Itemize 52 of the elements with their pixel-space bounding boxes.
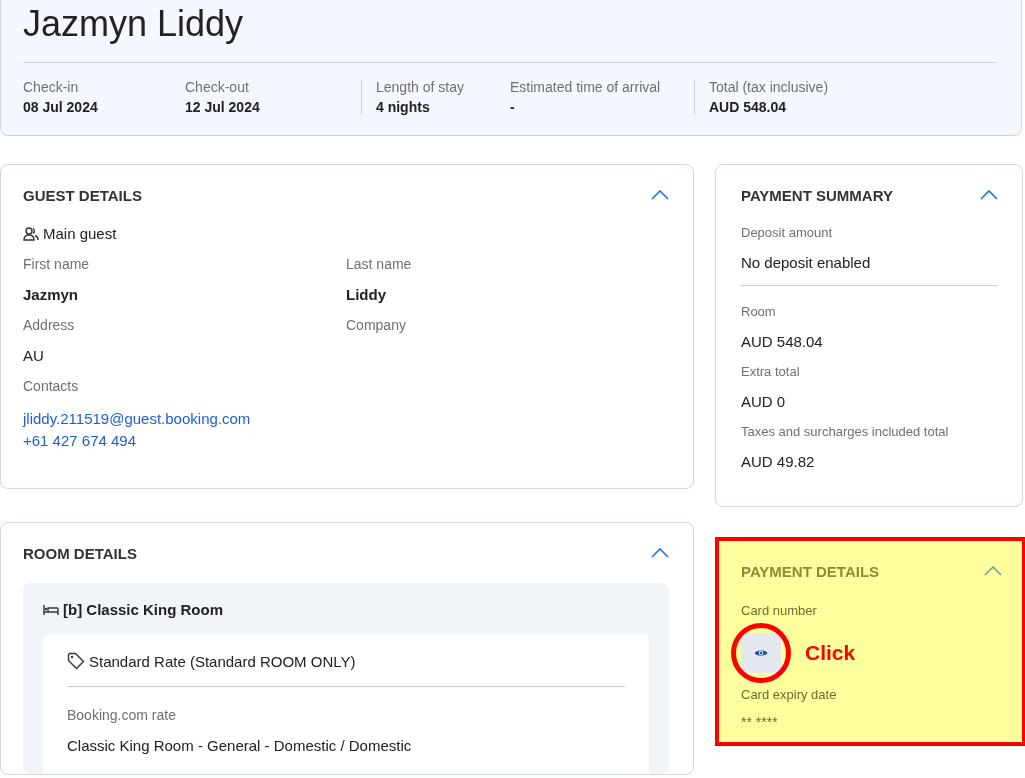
stat-label: Check-in — [23, 79, 80, 95]
bed-icon — [43, 603, 59, 616]
field-value: AUD 49.82 — [741, 453, 816, 470]
field-value: AU — [23, 347, 45, 364]
field-label: Last name — [346, 256, 413, 272]
eye-icon — [754, 648, 768, 658]
stat-value: 08 Jul 2024 — [23, 99, 99, 115]
field-label: First name — [23, 256, 91, 272]
field-value: AUD 548.04 — [741, 333, 824, 350]
users-icon — [23, 226, 39, 241]
collapse-chevron-icon[interactable] — [651, 190, 669, 200]
stat-value: 12 Jul 2024 — [185, 99, 261, 115]
field-value: ** **** — [741, 714, 779, 730]
annotation-circle — [731, 623, 791, 683]
field-label: Contacts — [23, 378, 80, 394]
stat-value: 4 nights — [376, 99, 431, 115]
field-label: Room — [741, 304, 777, 319]
field-value: Jazmyn — [23, 286, 80, 303]
collapse-chevron-icon[interactable] — [984, 566, 1002, 576]
card-title: ROOM DETAILS — [23, 544, 137, 562]
field-value: Classic King Room - General - Domestic / Domestic — [67, 737, 413, 754]
collapse-chevron-icon[interactable] — [651, 548, 669, 558]
stat-label: Length of stay — [376, 79, 465, 95]
card-title: PAYMENT SUMMARY — [741, 186, 893, 204]
section-label: Main guest — [43, 225, 117, 242]
field-value: AUD 0 — [741, 393, 787, 410]
rate-name: Standard Rate (Standard ROOM ONLY) — [89, 652, 356, 670]
annotation-label: Click — [805, 641, 856, 665]
stat-label: Total (tax inclusive) — [709, 79, 830, 95]
field-label: Address — [23, 317, 76, 333]
stat-value: AUD 548.04 — [709, 99, 788, 115]
stat-value: - — [510, 99, 516, 115]
field-label: Card expiry date — [741, 687, 838, 702]
card-title: GUEST DETAILS — [23, 186, 142, 204]
field-label: Booking.com rate — [67, 707, 177, 723]
stat-label: Estimated time of arrival — [510, 79, 662, 95]
field-label: Extra total — [741, 364, 801, 379]
field-value: No deposit enabled — [741, 254, 872, 271]
reveal-card-button[interactable] — [741, 633, 781, 673]
collapse-chevron-icon[interactable] — [980, 190, 998, 200]
field-value: Liddy — [346, 286, 387, 303]
tag-icon — [67, 652, 85, 670]
room-name: [b] Classic King Room — [63, 601, 223, 618]
field-label: Company — [346, 317, 407, 333]
guest-name-heading: Jazmyn Liddy — [23, 0, 997, 63]
field-label: Deposit amount — [741, 225, 834, 240]
contact-link[interactable]: +61 427 674 494 — [23, 430, 346, 452]
stat-label: Check-out — [185, 79, 250, 95]
field-label: Card number — [741, 603, 817, 618]
field-label: Taxes and surcharges included total — [741, 424, 950, 439]
contact-link[interactable]: jliddy.211519@guest.booking.com — [23, 408, 346, 430]
card-title: PAYMENT DETAILS — [741, 562, 880, 580]
